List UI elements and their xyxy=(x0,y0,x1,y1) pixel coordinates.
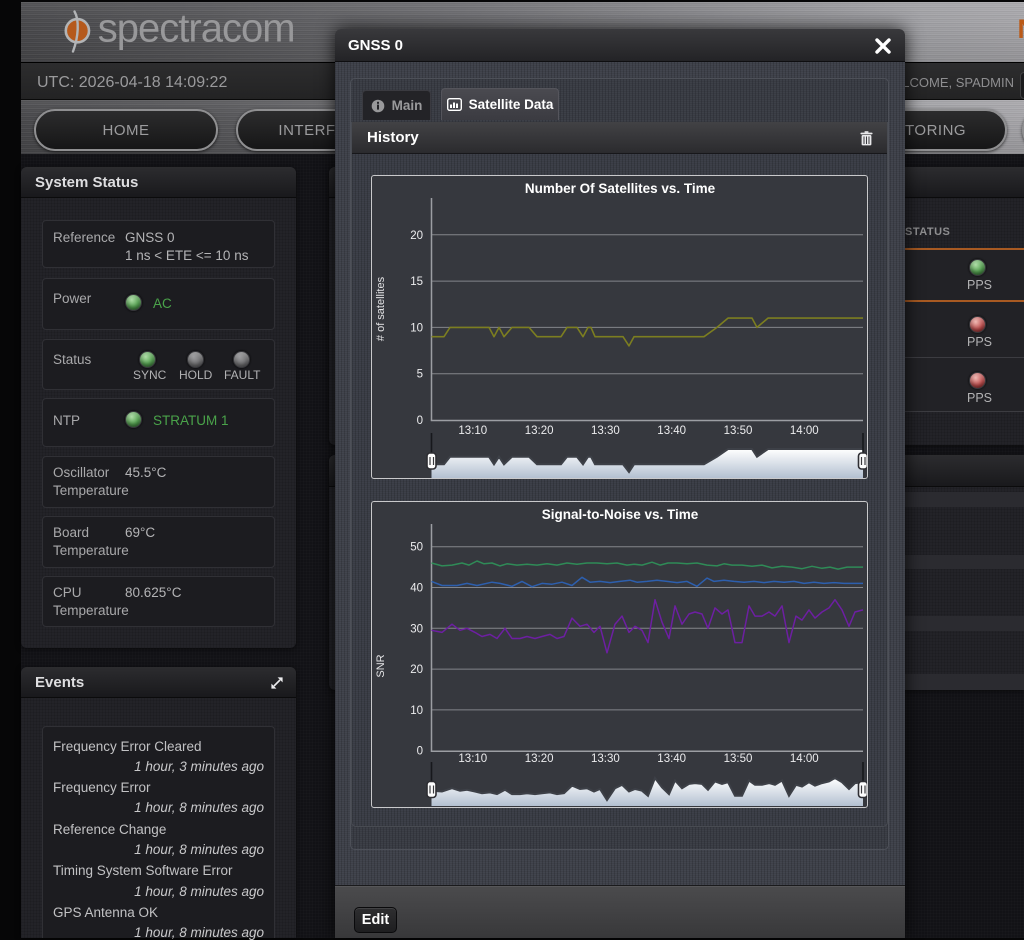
svg-text:SNR: SNR xyxy=(375,654,387,677)
svg-text:13:10: 13:10 xyxy=(458,425,487,437)
svg-text:13:20: 13:20 xyxy=(525,753,554,765)
svg-text:13:10: 13:10 xyxy=(458,753,487,765)
svg-text:13:40: 13:40 xyxy=(657,753,686,765)
svg-text:0: 0 xyxy=(417,746,423,758)
svg-text:5: 5 xyxy=(417,369,423,381)
svg-text:20: 20 xyxy=(410,230,423,242)
svg-text:13:50: 13:50 xyxy=(724,425,753,437)
svg-text:40: 40 xyxy=(410,583,423,595)
svg-text:Signal-to-Noise vs. Time: Signal-to-Noise vs. Time xyxy=(542,507,699,522)
svg-text:13:20: 13:20 xyxy=(525,425,554,437)
svg-text:spectracom: spectracom xyxy=(98,8,295,50)
svg-text:Number Of Satellites vs. Time: Number Of Satellites vs. Time xyxy=(525,181,716,196)
svg-text:13:30: 13:30 xyxy=(591,425,620,437)
svg-text:30: 30 xyxy=(410,623,423,635)
svg-text:10: 10 xyxy=(410,705,423,717)
svg-text:10: 10 xyxy=(410,322,423,334)
svg-text:20: 20 xyxy=(410,664,423,676)
svg-text:15: 15 xyxy=(410,276,423,288)
svg-text:13:30: 13:30 xyxy=(591,753,620,765)
svg-text:14:00: 14:00 xyxy=(790,425,819,437)
svg-text:14:00: 14:00 xyxy=(790,753,819,765)
svg-text:13:50: 13:50 xyxy=(724,753,753,765)
svg-text:13:40: 13:40 xyxy=(657,425,686,437)
svg-text:# of satellites: # of satellites xyxy=(375,276,387,341)
svg-text:0: 0 xyxy=(417,415,423,427)
svg-text:50: 50 xyxy=(410,542,423,554)
